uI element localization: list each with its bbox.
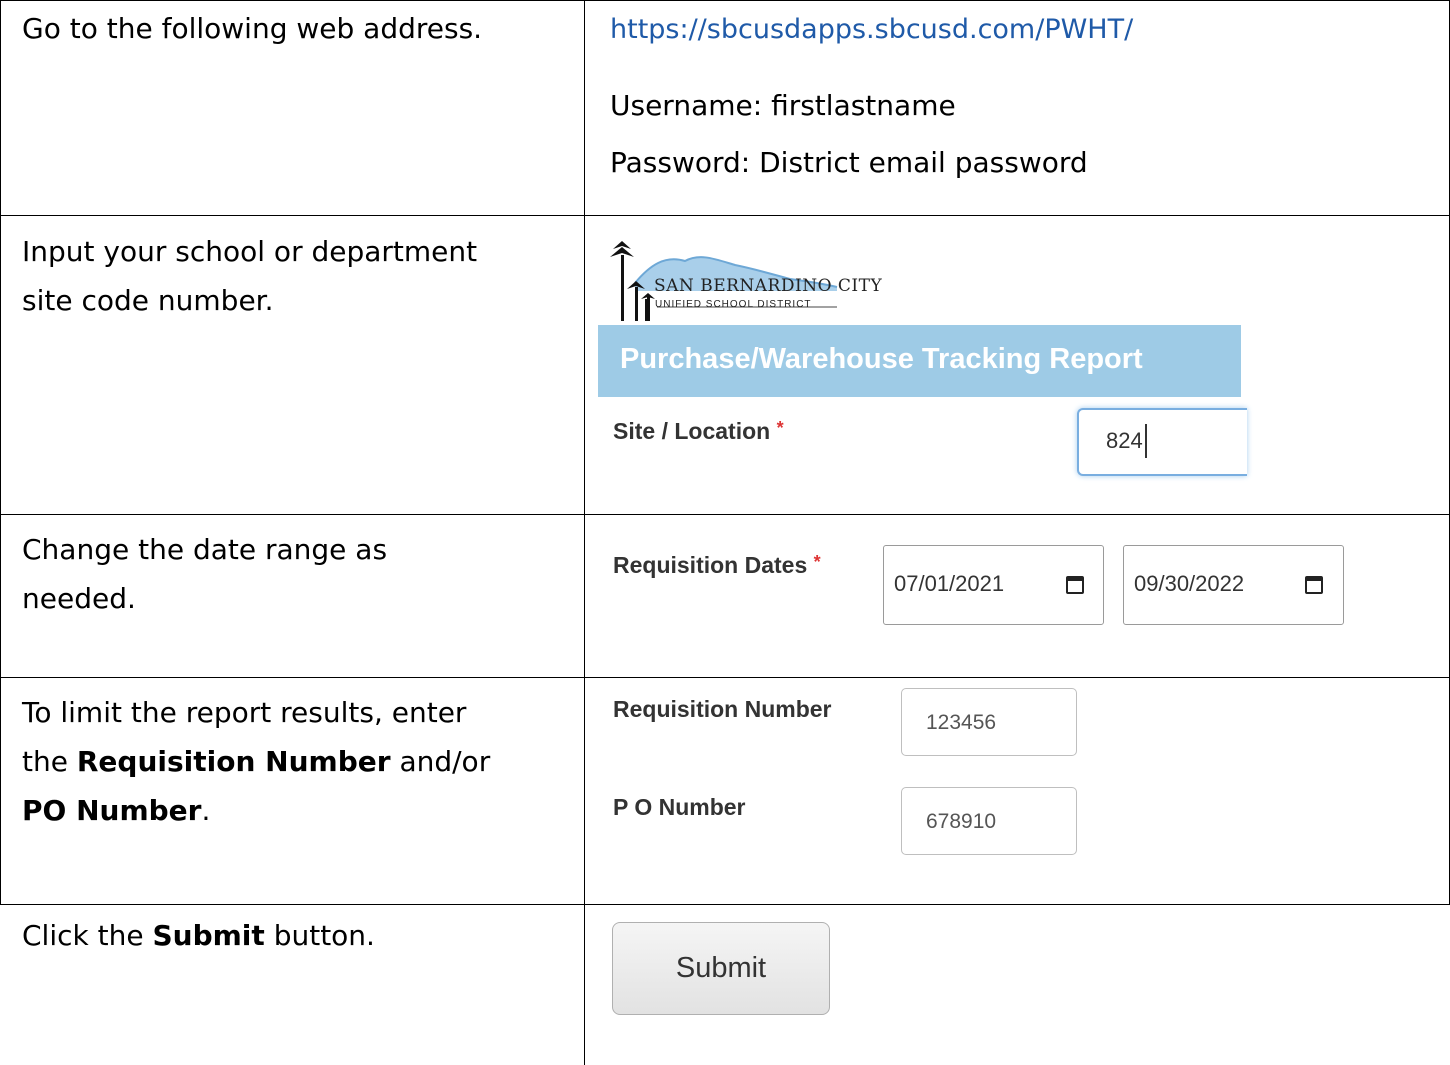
- po-number-input[interactable]: 678910: [901, 787, 1077, 855]
- calendar-icon[interactable]: [1066, 576, 1084, 594]
- required-mark: *: [813, 552, 821, 572]
- end-date-input[interactable]: 09/30/2022: [1123, 545, 1344, 625]
- instruction-line: needed.: [22, 582, 136, 615]
- text-run: Click the: [22, 919, 153, 952]
- start-date-value: 07/01/2021: [894, 571, 1005, 596]
- bold-term: PO Number: [22, 794, 202, 827]
- text-run: .: [201, 794, 211, 827]
- requisition-dates-label: Requisition Dates *: [613, 552, 821, 579]
- required-mark: *: [776, 418, 784, 438]
- instruction-line: Input your school or department: [22, 235, 478, 268]
- bold-term: Submit: [152, 919, 265, 952]
- row-divider: [0, 215, 1450, 216]
- site-location-input[interactable]: 824: [1077, 408, 1247, 476]
- instruction-step-2: Input your school or department site cod…: [22, 227, 567, 325]
- site-location-label: Site / Location *: [613, 418, 784, 445]
- submit-button[interactable]: Submit: [612, 922, 830, 1015]
- logo-subname: UNIFIED SCHOOL DISTRICT: [655, 299, 812, 310]
- requisition-number-label: Requisition Number: [613, 696, 832, 722]
- logo-name: SAN BERNARDINO CITY: [654, 276, 883, 296]
- end-date-value: 09/30/2022: [1134, 571, 1245, 596]
- text-run: button.: [264, 919, 375, 952]
- password-text: Password: District email password: [610, 146, 1088, 179]
- table-border-left: [0, 0, 1, 904]
- label-text: Site / Location: [613, 418, 771, 444]
- po-number-value: 678910: [926, 810, 997, 833]
- row-divider: [0, 677, 1450, 678]
- username-text: Username: firstlastname: [610, 89, 956, 122]
- requisition-number-value: 123456: [926, 711, 997, 734]
- web-address-link[interactable]: https://sbcusdapps.sbcusd.com/PWHT/: [610, 14, 1133, 45]
- instruction-line: the Requisition Number and/or: [22, 737, 567, 786]
- label-text: Requisition Dates: [613, 552, 808, 578]
- requisition-number-input[interactable]: 123456: [901, 688, 1077, 756]
- column-divider: [584, 0, 585, 1065]
- instruction-line: To limit the report results, enter: [22, 696, 467, 729]
- text-cursor: [1145, 424, 1147, 458]
- start-date-input[interactable]: 07/01/2021: [883, 545, 1104, 625]
- row-divider: [0, 514, 1450, 515]
- instruction-line: Change the date range as: [22, 533, 388, 566]
- po-number-label: P O Number: [613, 794, 746, 820]
- text-run: the: [22, 745, 77, 778]
- calendar-icon[interactable]: [1305, 576, 1323, 594]
- bold-term: Requisition Number: [76, 745, 391, 778]
- report-title: Purchase/Warehouse Tracking Report: [620, 343, 1143, 375]
- instruction-line: PO Number.: [22, 786, 567, 835]
- instruction-step-5: Click the Submit button.: [22, 911, 567, 960]
- instruction-step-1: Go to the following web address.: [22, 12, 483, 45]
- instruction-line: site code number.: [22, 284, 274, 317]
- table-border-top: [0, 0, 1450, 1]
- row-divider: [0, 904, 1450, 905]
- text-run: and/or: [390, 745, 491, 778]
- instruction-step-3: Change the date range as needed.: [22, 525, 567, 623]
- site-location-value: 824: [1106, 428, 1143, 453]
- instruction-step-4: To limit the report results, enter the R…: [22, 688, 567, 835]
